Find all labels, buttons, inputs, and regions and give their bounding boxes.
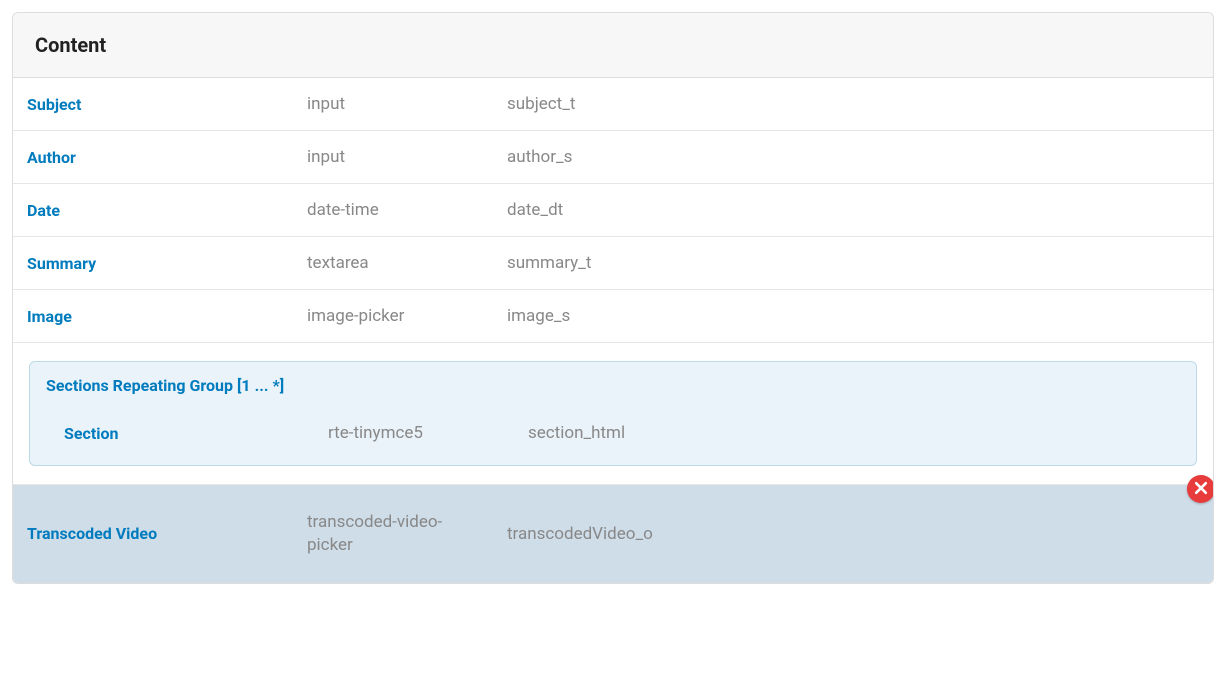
field-row-summary[interactable]: Summary textarea summary_t <box>13 237 1213 290</box>
close-icon <box>1194 480 1208 499</box>
field-row-subject[interactable]: Subject input subject_t <box>13 78 1213 131</box>
field-label: Section <box>64 424 328 443</box>
field-type: date-time <box>307 200 507 220</box>
field-type: image-picker <box>307 306 507 326</box>
field-name: date_dt <box>507 200 1213 220</box>
field-name: summary_t <box>507 253 1213 273</box>
field-name: section_html <box>528 423 1180 443</box>
field-label: Date <box>27 201 307 220</box>
repeating-group-title: Sections Repeating Group [1 ... *] <box>46 376 1180 395</box>
delete-field-button[interactable] <box>1187 475 1214 503</box>
field-label: Image <box>27 307 307 326</box>
field-name: subject_t <box>507 94 1213 114</box>
repeating-group-box[interactable]: Sections Repeating Group [1 ... *] Secti… <box>29 361 1197 466</box>
field-type: rte-tinymce5 <box>328 423 528 443</box>
repeating-group-container: Sections Repeating Group [1 ... *] Secti… <box>13 343 1213 485</box>
field-type: input <box>307 94 507 114</box>
field-label: Transcoded Video <box>27 524 307 543</box>
field-type: input <box>307 147 507 167</box>
field-label: Subject <box>27 95 307 114</box>
field-name: transcodedVideo_o <box>507 524 1213 544</box>
field-label: Author <box>27 148 307 167</box>
field-type: transcoded-video-picker <box>307 511 487 557</box>
field-label: Summary <box>27 254 307 273</box>
field-name: author_s <box>507 147 1213 167</box>
panel-header: Content <box>13 13 1213 78</box>
field-row-section[interactable]: Section rte-tinymce5 section_html <box>46 413 1180 465</box>
field-row-image[interactable]: Image image-picker image_s <box>13 290 1213 343</box>
field-row-transcoded-video[interactable]: Transcoded Video transcoded-video-picker… <box>13 485 1213 583</box>
field-row-date[interactable]: Date date-time date_dt <box>13 184 1213 237</box>
content-panel: Content Subject input subject_t Author i… <box>12 12 1214 584</box>
field-type: textarea <box>307 253 507 273</box>
panel-title: Content <box>35 33 1191 57</box>
field-name: image_s <box>507 306 1213 326</box>
field-row-author[interactable]: Author input author_s <box>13 131 1213 184</box>
